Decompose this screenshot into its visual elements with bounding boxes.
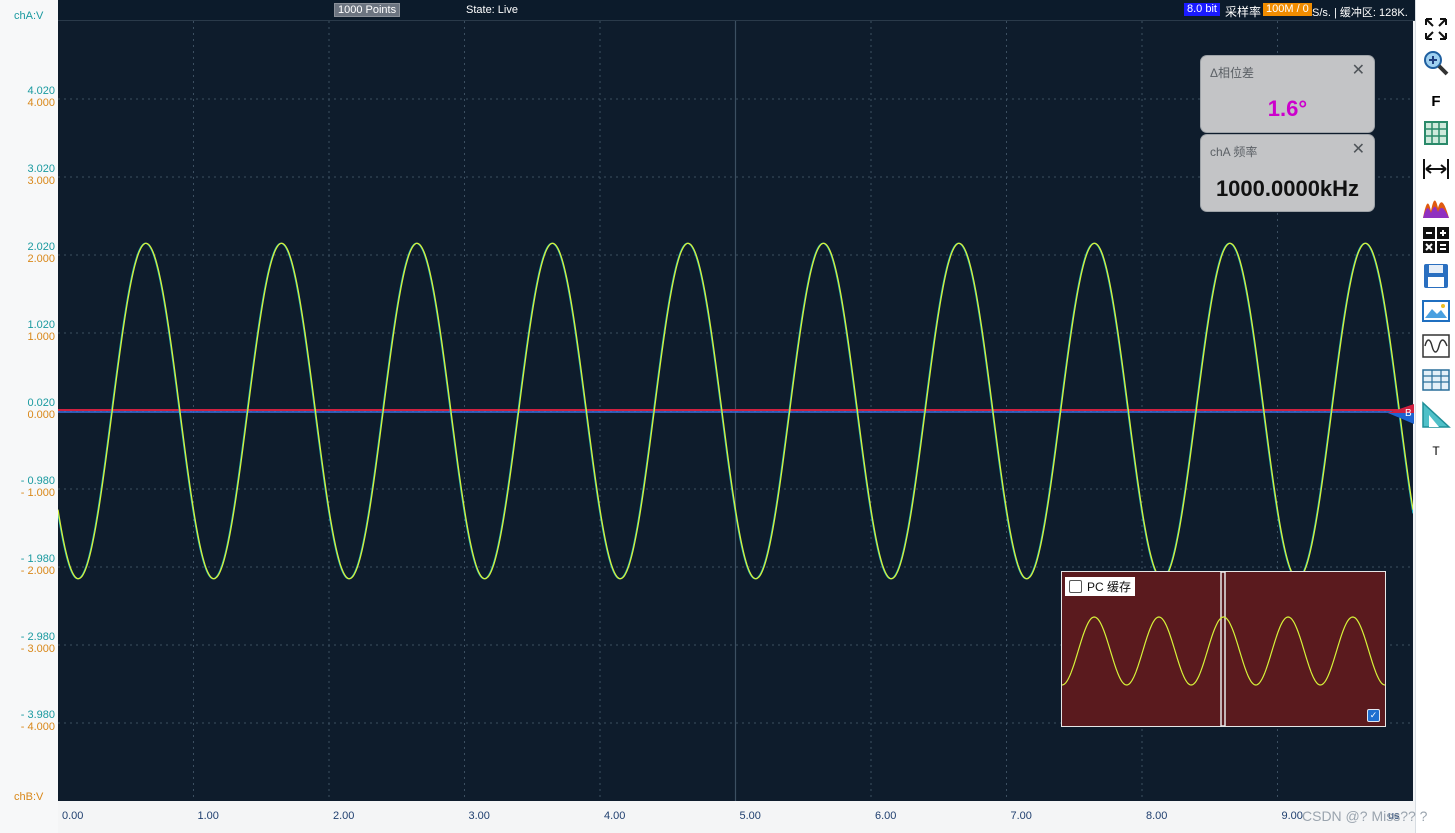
measure-icon[interactable] xyxy=(1420,154,1452,184)
fullscreen-icon[interactable] xyxy=(1420,14,1452,44)
buffer-overview[interactable]: PC 缓存 ✓ xyxy=(1061,571,1386,727)
cha-tick-label: 0.020 xyxy=(27,397,55,409)
x-tick-label: 3.00 xyxy=(468,810,490,822)
chb-tick-label: 2.000 xyxy=(27,253,55,265)
chb-axis-title: chB:V xyxy=(14,791,44,803)
state-label: State: Live xyxy=(466,4,518,16)
marker-label: B xyxy=(1405,408,1412,419)
cha-tick-label: - 0.980 xyxy=(20,475,55,487)
zero-marker[interactable]: B xyxy=(1388,402,1415,424)
chb-tick-label: - 4.000 xyxy=(20,721,55,733)
screenshot-icon[interactable] xyxy=(1420,296,1452,326)
pc-buffer-label: PC 缓存 xyxy=(1087,580,1132,594)
pc-buffer-checkbox[interactable] xyxy=(1069,580,1082,593)
overview-split-handle[interactable] xyxy=(1220,572,1226,726)
chb-tick-label: 4.000 xyxy=(27,97,55,109)
math-icon[interactable] xyxy=(1420,225,1452,255)
waveform-icon[interactable] xyxy=(1420,331,1452,361)
close-icon[interactable]: ✕ xyxy=(1352,139,1365,159)
watermark: CSDN @? Miss?? ? xyxy=(1302,808,1428,824)
x-tick-label: 9.00 xyxy=(1281,810,1303,822)
cha-tick-label: 4.020 xyxy=(27,85,55,97)
x-axis-panel: 0.00 1.00 2.00 3.00 4.00 5.00 6.00 7.00 8.00 9.00… xyxy=(58,801,1415,833)
status-bar: 1000 Points State: Live 8.0 bit 采样率 100M… xyxy=(58,0,1415,21)
cha-tick-label: - 1.980 xyxy=(20,553,55,565)
chb-tick-label: - 1.000 xyxy=(20,487,55,499)
histogram-icon[interactable] xyxy=(1420,191,1452,221)
x-tick-label: 2.00 xyxy=(333,810,355,822)
x-tick-label: 8.00 xyxy=(1146,810,1168,822)
chb-tick-label: 3.000 xyxy=(27,175,55,187)
x-tick-label: 4.00 xyxy=(604,810,626,822)
phase-title: Δ相位差 xyxy=(1210,66,1255,80)
frequency-title: chA 频率 xyxy=(1210,145,1258,159)
grid-icon[interactable] xyxy=(1420,118,1452,148)
cha-tick-label: - 2.980 xyxy=(20,631,55,643)
ruler-icon[interactable] xyxy=(1420,400,1452,430)
right-toolbar: F T xyxy=(1415,0,1455,833)
f-button[interactable]: F xyxy=(1420,86,1452,116)
chb-tick-label: 0.000 xyxy=(27,409,55,421)
cha-tick-label: 1.020 xyxy=(27,319,55,331)
pc-buffer-toggle[interactable]: PC 缓存 xyxy=(1065,577,1136,596)
save-icon[interactable] xyxy=(1420,261,1452,291)
points-button[interactable]: 1000 Points xyxy=(334,3,401,17)
cha-axis-title: chA:V xyxy=(14,10,44,22)
x-tick-label: 6.00 xyxy=(875,810,897,822)
cha-tick-label: - 3.980 xyxy=(20,709,55,721)
cha-tick-label: 3.020 xyxy=(27,163,55,175)
overview-trace xyxy=(1062,616,1385,686)
y-axis-panel: chA:V chB:V 4.020 4.000 3.020 3.000 2.020 2.0… xyxy=(0,0,58,833)
sample-rate-label: 采样率 xyxy=(1225,5,1262,19)
table-icon[interactable] xyxy=(1420,365,1452,395)
phase-value: 1.6° xyxy=(1267,96,1308,121)
cha-tick-label: 2.020 xyxy=(27,241,55,253)
phase-measurement-card[interactable]: Δ相位差 ✕ 1.6° xyxy=(1201,56,1374,132)
text-button[interactable]: T xyxy=(1420,436,1452,466)
zoom-icon[interactable] xyxy=(1420,48,1452,78)
frequency-value: 1000.0000kHz xyxy=(1215,176,1360,201)
x-tick-label: 1.00 xyxy=(197,810,219,822)
bit-depth-badge[interactable]: 8.0 bit xyxy=(1184,3,1220,16)
close-icon[interactable]: ✕ xyxy=(1352,60,1365,80)
buffer-info: S/s. | 缓冲区: 128K. xyxy=(1312,7,1408,19)
chb-tick-label: - 3.000 xyxy=(20,643,55,655)
overview-check-icon[interactable]: ✓ xyxy=(1367,709,1380,722)
x-tick-label: 7.00 xyxy=(1010,810,1032,822)
chb-tick-label: - 2.000 xyxy=(20,565,55,577)
frequency-measurement-card[interactable]: chA 频率 ✕ 1000.0000kHz xyxy=(1201,135,1374,211)
x-tick-label: 0.00 xyxy=(62,810,84,822)
x-tick-label: 5.00 xyxy=(739,810,761,822)
chb-tick-label: 1.000 xyxy=(27,331,55,343)
sample-rate-value[interactable]: 100M / 0 xyxy=(1263,3,1312,16)
